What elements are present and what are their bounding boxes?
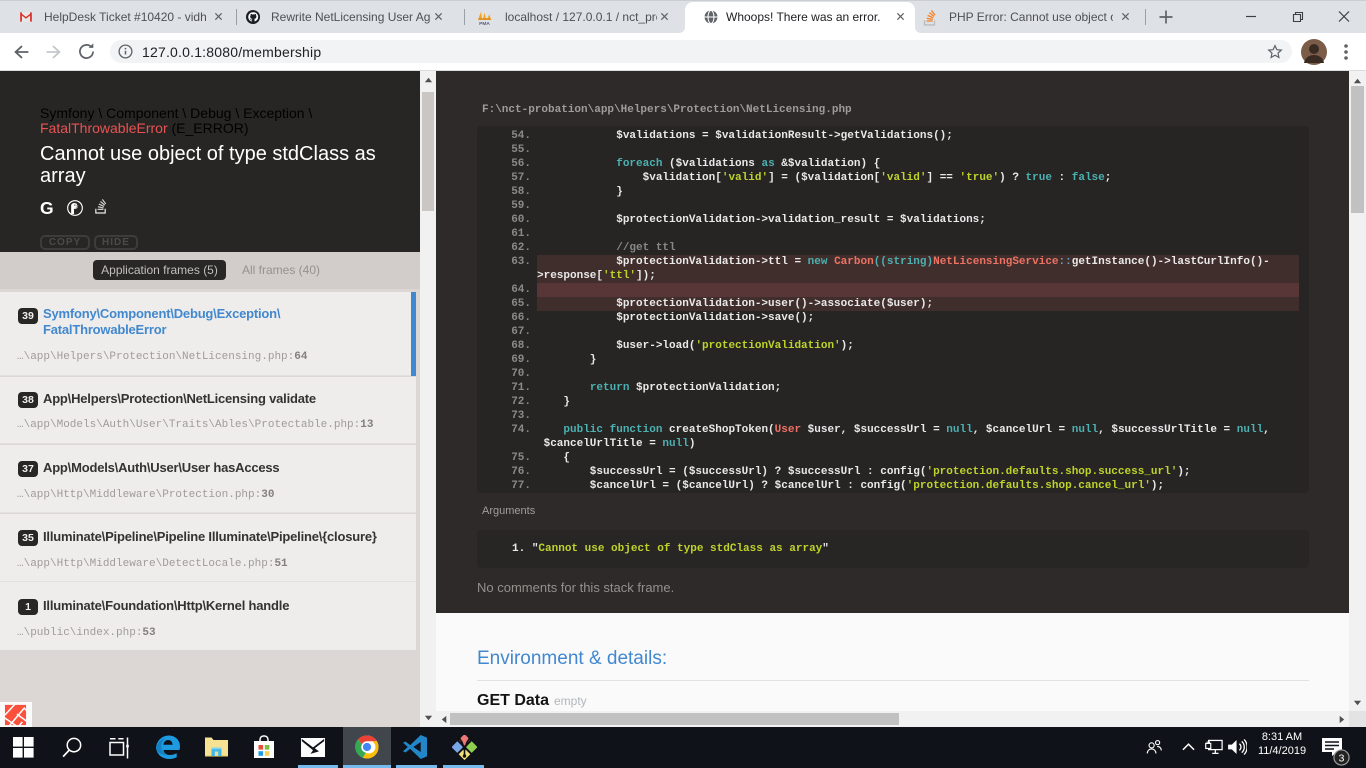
svg-text:3: 3 [1339, 753, 1345, 764]
svg-text:PMA: PMA [479, 21, 490, 26]
